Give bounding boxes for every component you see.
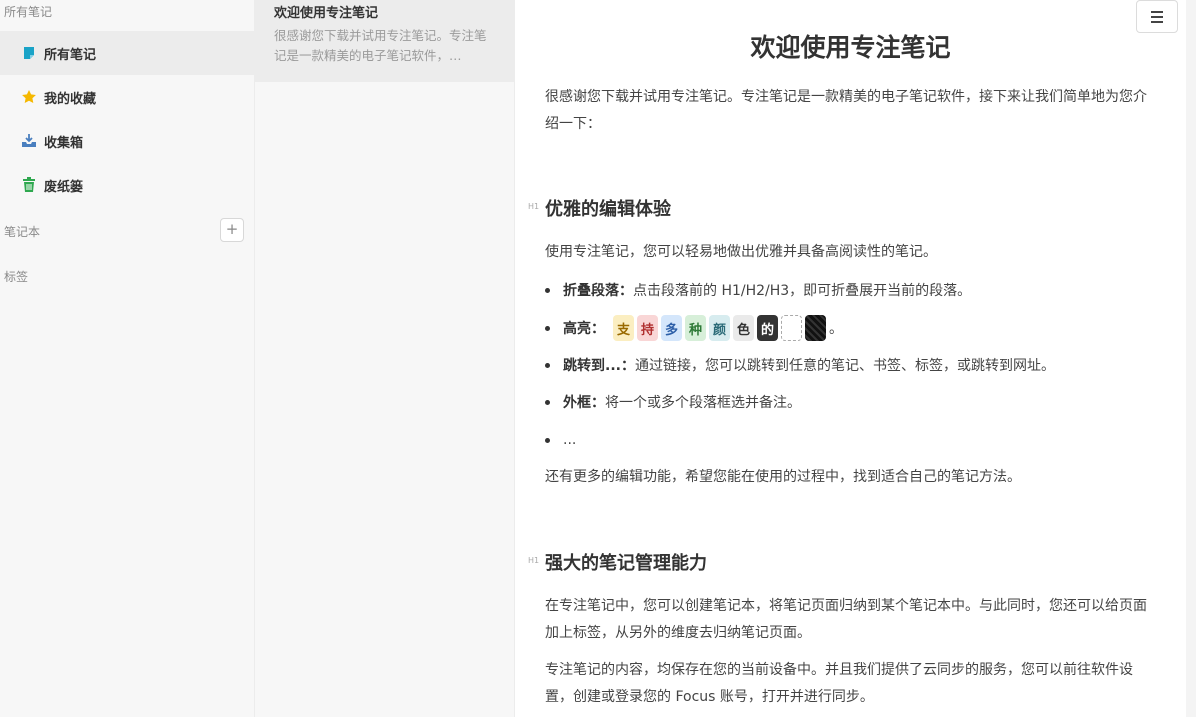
bullet-dot — [545, 325, 550, 331]
highlight-chip-red: 持 — [637, 315, 658, 341]
sidebar-item-all-notes[interactable]: 所有笔记 — [0, 31, 254, 75]
list-item-bold: 折叠段落： — [563, 283, 633, 299]
hamburger-icon — [1151, 10, 1163, 13]
note-list: 欢迎使用专注笔记 很感谢您下载并试用专注笔记。专注笔记是一款精美的电子笔记软件，… — [255, 0, 515, 717]
sidebar-item-label: 收集箱 — [44, 135, 84, 151]
bullet-dot — [545, 287, 550, 293]
section-label-tags: 标签 — [4, 270, 29, 284]
sidebar-item-inbox[interactable]: 收集箱 — [0, 119, 254, 163]
section-label-all-notes: 所有笔记 — [4, 5, 53, 19]
sidebar-item-favorites[interactable]: 我的收藏 — [0, 75, 254, 119]
trash-icon — [21, 177, 37, 193]
highlight-chip-dashed — [781, 315, 802, 341]
highlight-chip-teal: 颜 — [709, 315, 730, 341]
intro-paragraph: 很感谢您下载并试用专注笔记。专注笔记是一款精美的电子笔记软件，接下来让我们简单地… — [545, 89, 1147, 132]
star-icon — [21, 89, 37, 105]
list-item: ... — [545, 428, 1165, 452]
note-icon — [21, 45, 37, 61]
list-item-text: 将一个或多个段落框选并备注。 — [605, 395, 801, 411]
section-label-notebooks: 笔记本 — [4, 225, 41, 239]
bullet-dot — [545, 437, 550, 443]
bullet-dot — [545, 362, 550, 368]
list-item: 外框： 将一个或多个段落框选并备注。 — [545, 390, 1165, 414]
section-heading: 优雅的编辑体验 — [545, 199, 671, 220]
bullet-dot — [545, 399, 550, 405]
paragraph: 还有更多的编辑功能，希望您能在使用的过程中，找到适合自己的笔记方法。 — [545, 469, 1021, 485]
highlight-chip-striped — [805, 315, 826, 341]
list-item-bold: 外框： — [563, 395, 605, 411]
list-item-text: 通过链接，您可以跳转到任意的笔记、书签、标签，或跳转到网址。 — [634, 358, 1055, 374]
add-notebook-button[interactable]: + — [220, 218, 244, 242]
highlight-end: 。 — [829, 321, 843, 337]
highlight-chip-green: 种 — [685, 315, 706, 341]
highlight-chip-yellow: 支 — [613, 315, 634, 341]
paragraph: 在专注笔记中，您可以创建笔记本，将笔记页面归纳到某个笔记本中。与此同时，您还可以… — [545, 598, 1147, 641]
scrollbar[interactable] — [1186, 0, 1196, 717]
sidebar-item-trash[interactable]: 废纸篓 — [0, 163, 254, 207]
highlight-chip-dark: 的 — [757, 315, 778, 341]
list-item-text: 点击段落前的 H1/H2/H3，即可折叠展开当前的段落。 — [633, 283, 972, 299]
paragraph: 使用专注笔记，您可以轻易地做出优雅并具备高阅读性的笔记。 — [545, 244, 937, 260]
document-title: 欢迎使用专注笔记 — [750, 33, 951, 62]
note-title: 欢迎使用专注笔记 — [274, 6, 379, 21]
h1-fold-marker[interactable]: H1 — [528, 556, 539, 565]
note-snippet: 很感谢您下载并试用专注笔记。专注笔记是一款精美的电子笔记软件，… — [274, 28, 487, 63]
h1-fold-marker[interactable]: H1 — [528, 202, 539, 211]
list-item: 折叠段落： 点击段落前的 H1/H2/H3，即可折叠展开当前的段落。 — [545, 278, 1165, 302]
list-item: 跳转到...： 通过链接，您可以跳转到任意的笔记、书签、标签，或跳转到网址。 — [545, 353, 1165, 377]
list-item-highlights: 高亮： 支 持 多 种 颜 色 的 。 — [545, 314, 1165, 342]
inbox-icon — [21, 133, 37, 149]
editor[interactable]: 欢迎使用专注笔记 很感谢您下载并试用专注笔记。专注笔记是一款精美的电子笔记软件，… — [515, 0, 1196, 717]
sidebar-item-label: 所有笔记 — [44, 47, 97, 63]
highlight-chip-blue: 多 — [661, 315, 682, 341]
sidebar-item-label: 我的收藏 — [44, 91, 97, 107]
paragraph: 专注笔记的内容，均保存在您的当前设备中。并且我们提供了云同步的服务，您可以前往软… — [545, 662, 1133, 705]
section-heading: 强大的笔记管理能力 — [545, 553, 707, 574]
list-item-bold: 跳转到...： — [563, 358, 635, 374]
note-list-item[interactable]: 欢迎使用专注笔记 很感谢您下载并试用专注笔记。专注笔记是一款精美的电子笔记软件，… — [255, 0, 514, 82]
list-item-text: ... — [563, 432, 577, 448]
list-item-bold: 高亮： — [563, 321, 605, 337]
sidebar-item-label: 废纸篓 — [44, 179, 84, 195]
sidebar: 所有笔记 所有笔记 我的收藏 收集箱 废纸篓 笔记本 + 标签 — [0, 0, 255, 717]
highlight-chip-gray: 色 — [733, 315, 754, 341]
